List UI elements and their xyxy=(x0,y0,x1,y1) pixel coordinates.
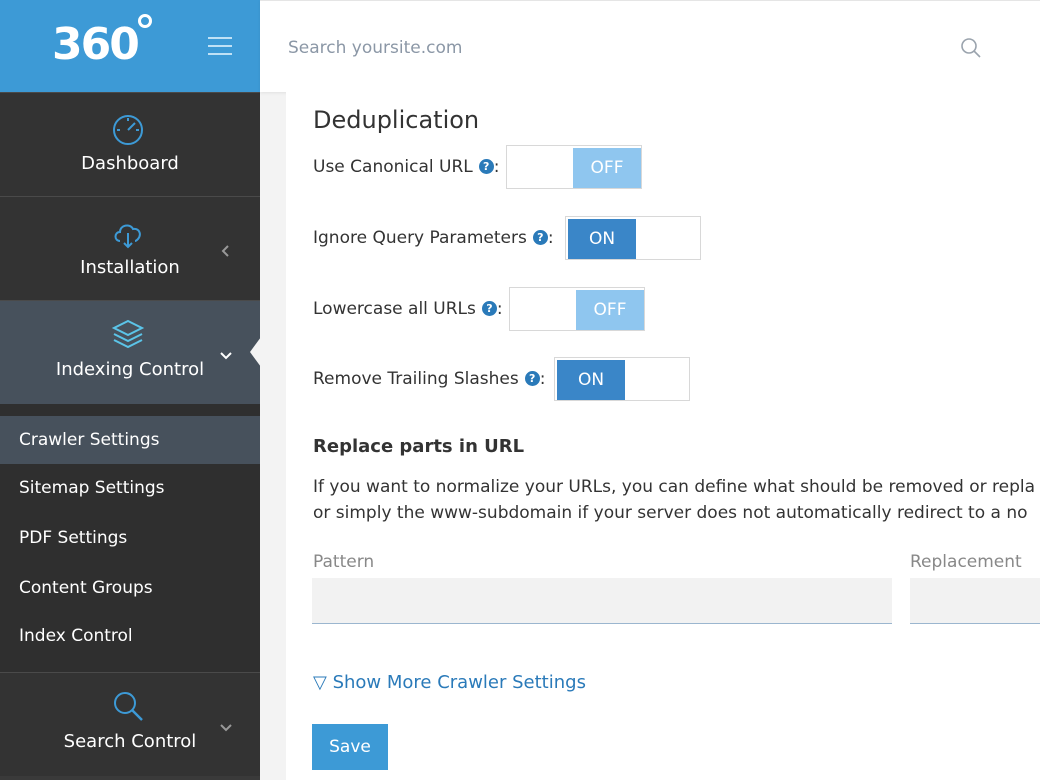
option-label: Ignore Query Parameters?: xyxy=(313,228,554,248)
magnifier-icon xyxy=(114,692,143,721)
subnav-item-sitemap-settings[interactable]: Sitemap Settings xyxy=(0,464,260,512)
replacement-input[interactable] xyxy=(910,578,1040,624)
logo-bar: 360 xyxy=(0,0,260,92)
help-icon[interactable]: ? xyxy=(532,230,548,245)
option-use-canonical-url: Use Canonical URL?: OFF xyxy=(313,145,713,189)
option-label: Remove Trailing Slashes?: xyxy=(313,369,546,389)
replace-parts-description: If you want to normalize your URLs, you … xyxy=(313,474,1040,526)
page-title: Deduplication xyxy=(313,106,480,134)
subnav-item-crawler-settings[interactable]: Crawler Settings xyxy=(0,416,260,464)
option-remove-trailing-slashes: Remove Trailing Slashes?: ON xyxy=(313,357,733,401)
description-line: If you want to normalize your URLs, you … xyxy=(313,477,1036,497)
pattern-input[interactable] xyxy=(312,578,892,624)
option-label: Lowercase all URLs?: xyxy=(313,299,503,319)
nav-installation[interactable]: Installation xyxy=(0,196,260,300)
help-icon[interactable]: ? xyxy=(478,159,494,174)
lowercase-urls-toggle[interactable]: OFF xyxy=(509,287,645,331)
active-indicator xyxy=(250,337,261,367)
toggle-knob: OFF xyxy=(576,290,644,330)
option-ignore-query-parameters: Ignore Query Parameters?: ON xyxy=(313,216,733,260)
save-button[interactable]: Save xyxy=(312,724,388,770)
option-label: Use Canonical URL?: xyxy=(313,157,500,177)
replacement-label: Replacement xyxy=(910,552,1022,572)
cloud-download-icon xyxy=(114,224,141,249)
logo-text: 360 xyxy=(52,19,140,70)
indexing-subnav: Crawler Settings Sitemap Settings PDF Se… xyxy=(0,404,260,672)
toggle-knob: OFF xyxy=(573,148,641,188)
remove-trailing-slashes-toggle[interactable]: ON xyxy=(554,357,690,401)
nav-search-control[interactable]: Search Control xyxy=(0,672,260,776)
subnav-item-content-groups[interactable]: Content Groups xyxy=(0,564,260,612)
chevron-down-icon xyxy=(220,352,232,360)
nav-dashboard-label: Dashboard xyxy=(81,153,179,174)
replace-parts-heading: Replace parts in URL xyxy=(313,436,525,457)
pattern-label: Pattern xyxy=(313,552,375,572)
help-icon[interactable]: ? xyxy=(481,301,497,316)
hamburger-menu-icon[interactable] xyxy=(208,37,232,55)
search-icon[interactable] xyxy=(960,37,982,59)
nav-indexing-control[interactable]: Indexing Control xyxy=(0,300,260,404)
nav-dashboard[interactable]: Dashboard xyxy=(0,92,260,196)
chevron-down-icon xyxy=(220,724,232,732)
top-header xyxy=(260,0,1040,92)
sidebar: 360 Dashboard Installation Indexing Cont… xyxy=(0,0,261,780)
main-content: Deduplication Use Canonical URL?: OFF Ig… xyxy=(286,92,1040,780)
toggle-knob: ON xyxy=(557,360,625,400)
site-search-input[interactable] xyxy=(288,31,928,65)
nav-installation-label: Installation xyxy=(80,257,180,278)
subnav-item-index-control[interactable]: Index Control xyxy=(0,612,260,660)
canonical-url-toggle[interactable]: OFF xyxy=(506,145,642,189)
toggle-knob: ON xyxy=(568,219,636,259)
help-icon[interactable]: ? xyxy=(524,371,540,386)
chevron-left-icon xyxy=(221,245,229,257)
option-lowercase-all-urls: Lowercase all URLs?: OFF xyxy=(313,287,713,331)
show-more-crawler-settings-link[interactable]: ▽ Show More Crawler Settings xyxy=(313,672,586,693)
subnav-item-pdf-settings[interactable]: PDF Settings xyxy=(0,514,260,562)
speedometer-icon xyxy=(113,115,143,145)
layers-icon xyxy=(111,319,145,349)
ignore-query-parameters-toggle[interactable]: ON xyxy=(565,216,701,260)
description-line: or simply the www-subdomain if your serv… xyxy=(313,503,1028,523)
logo-degree-mark xyxy=(138,14,152,28)
